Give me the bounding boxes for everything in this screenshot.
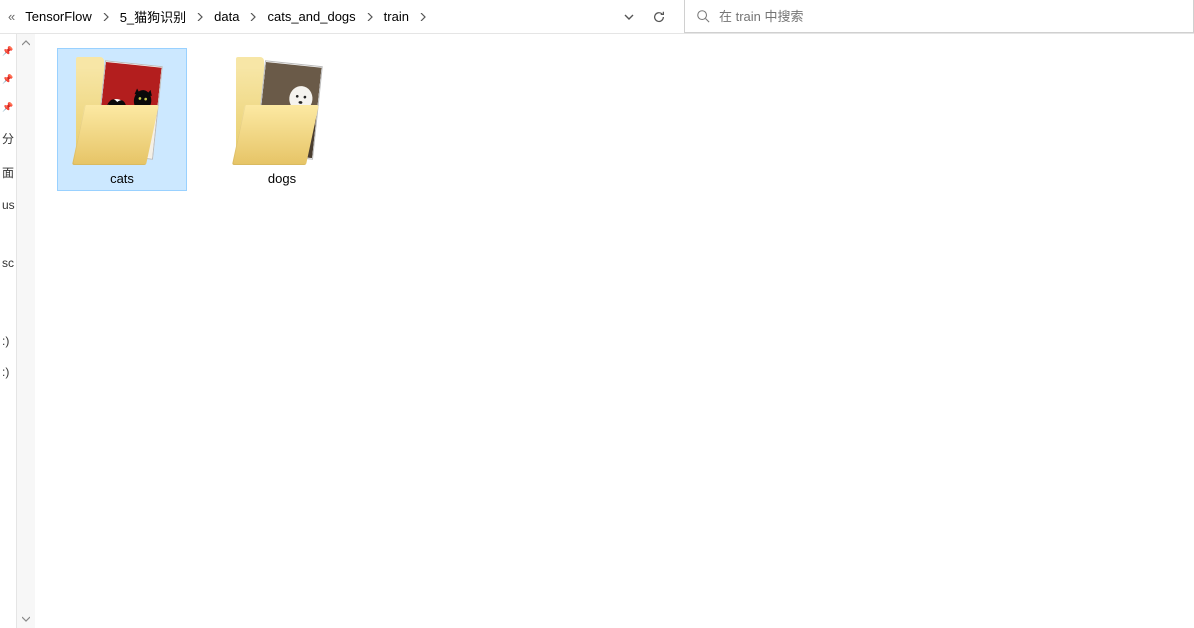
search-icon xyxy=(693,9,713,23)
nav-pane-fragment: 📌 📌 📌 分 面 us sc :) :) xyxy=(0,34,17,628)
folder-icon xyxy=(72,57,172,165)
folder-item-dogs[interactable]: dogs xyxy=(217,48,347,191)
sidebar-item[interactable]: 📌 xyxy=(0,102,16,113)
file-view-body: 📌 📌 📌 分 面 us sc :) :) xyxy=(0,34,1194,628)
chevron-right-icon[interactable] xyxy=(415,13,431,21)
breadcrumb-item[interactable]: train xyxy=(378,2,415,32)
chevron-right-icon[interactable] xyxy=(245,13,261,21)
pin-icon: 📌 xyxy=(2,74,13,85)
folder-item-cats[interactable]: cats xyxy=(57,48,187,191)
refresh-button[interactable] xyxy=(644,10,674,24)
folder-icon xyxy=(232,57,332,165)
sidebar-item[interactable]: 面 xyxy=(0,164,16,181)
breadcrumb-item[interactable]: data xyxy=(208,2,245,32)
sidebar-item[interactable]: :) xyxy=(0,334,16,348)
search-box[interactable] xyxy=(684,0,1194,33)
search-input[interactable] xyxy=(719,9,1185,24)
sidebar-item[interactable]: 📌 xyxy=(0,46,16,57)
sidebar-item[interactable]: 📌 xyxy=(0,74,16,85)
breadcrumb-overflow-icon[interactable]: « xyxy=(4,9,19,24)
address-dropdown-button[interactable] xyxy=(614,12,644,22)
folder-label: cats xyxy=(110,171,134,186)
pin-icon: 📌 xyxy=(2,102,13,113)
breadcrumb-item[interactable]: TensorFlow xyxy=(19,2,97,32)
sidebar-item[interactable]: :) xyxy=(0,365,16,379)
scroll-down-arrow[interactable] xyxy=(17,610,34,628)
breadcrumb-item[interactable]: 5_猫狗识别 xyxy=(114,2,192,32)
breadcrumb-item[interactable]: cats_and_dogs xyxy=(261,2,361,32)
nav-pane-scrollbar[interactable] xyxy=(17,34,35,628)
chevron-right-icon[interactable] xyxy=(98,13,114,21)
sidebar-item[interactable]: us xyxy=(0,198,16,212)
breadcrumb-container: « TensorFlow 5_猫狗识别 data cats_and_dogs t… xyxy=(0,0,674,33)
chevron-right-icon[interactable] xyxy=(362,13,378,21)
scroll-track[interactable] xyxy=(17,52,34,610)
address-bar: « TensorFlow 5_猫狗识别 data cats_and_dogs t… xyxy=(0,0,1194,34)
breadcrumb[interactable]: TensorFlow 5_猫狗识别 data cats_and_dogs tra… xyxy=(19,2,614,32)
folder-label: dogs xyxy=(268,171,296,186)
pin-icon: 📌 xyxy=(2,46,13,57)
folder-grid[interactable]: cats xyxy=(35,34,1194,628)
sidebar-item[interactable]: sc xyxy=(0,256,16,270)
sidebar-item[interactable]: 分 xyxy=(0,130,16,147)
chevron-right-icon[interactable] xyxy=(192,13,208,21)
scroll-up-arrow[interactable] xyxy=(17,34,34,52)
